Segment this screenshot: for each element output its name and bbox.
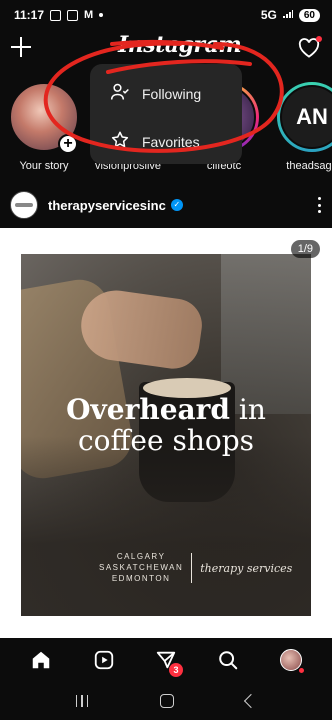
screenshot-notification-icon: [67, 9, 79, 21]
gmail-icon: M: [84, 9, 94, 21]
search-icon: [219, 651, 238, 670]
app-notification-icon: [50, 9, 62, 21]
bottom-nav: 3: [0, 638, 332, 682]
menu-item-favorites[interactable]: Favorites: [110, 130, 200, 153]
more-notifications-icon: [99, 13, 104, 17]
verified-badge-icon: ✓: [170, 199, 183, 211]
network-label: 5G: [260, 8, 277, 22]
headline-bold: Overheard: [66, 393, 230, 426]
nav-profile[interactable]: [278, 647, 304, 673]
notifications-heart-icon[interactable]: [298, 36, 322, 58]
post-header: therapyservicesinc ✓: [0, 184, 332, 226]
home-button-icon[interactable]: [160, 694, 175, 708]
status-time: 11:17: [14, 8, 45, 22]
add-story-icon[interactable]: +: [58, 134, 78, 154]
profile-avatar: [279, 649, 302, 671]
notification-dot: [316, 36, 322, 42]
favorites-label: Favorites: [142, 133, 200, 150]
recents-icon[interactable]: [75, 695, 89, 707]
post-author-avatar[interactable]: [10, 191, 38, 219]
story-name: theadsage: [286, 160, 332, 172]
post-headline: Overheard in coffee shops: [21, 394, 311, 457]
menu-item-following[interactable]: Following: [110, 82, 201, 105]
post-image: Overheard in coffee shops CALGARY SASKAT…: [21, 254, 311, 616]
back-icon[interactable]: [243, 693, 259, 709]
headline-line2: coffee shops: [77, 424, 255, 458]
brand-mark: CALGARY SASKATCHEWAN EDMONTON therapy se…: [99, 552, 292, 584]
city-list: CALGARY SASKATCHEWAN EDMONTON: [99, 552, 183, 584]
reels-icon: [94, 650, 113, 670]
following-icon: [110, 82, 130, 105]
star-icon: [110, 130, 130, 153]
messages-badge: 3: [168, 663, 183, 677]
story-name: Your story: [19, 160, 69, 172]
battery-indicator: 60: [298, 8, 320, 22]
profile-notification-dot: [298, 668, 304, 673]
city-item: EDMONTON: [111, 573, 171, 583]
brand-divider: [191, 553, 193, 584]
avatar: AN: [280, 85, 332, 149]
more-options-icon[interactable]: [318, 197, 322, 213]
story-item[interactable]: AN theadsage: [276, 82, 332, 172]
post-media[interactable]: Overheard in coffee shops CALGARY SASKAT…: [0, 228, 332, 638]
headline-rest: in: [229, 393, 266, 426]
system-nav-bar: [0, 682, 332, 720]
city-item: CALGARY: [116, 552, 166, 561]
city-item: SASKATCHEWAN: [99, 562, 184, 572]
nav-search[interactable]: [215, 647, 241, 673]
nav-messages[interactable]: 3: [153, 647, 183, 677]
post-username[interactable]: therapyservicesinc: [48, 198, 166, 213]
following-label: Following: [142, 85, 202, 102]
nav-home[interactable]: [28, 647, 54, 673]
status-bar: 11:17 M 5G 60: [0, 0, 332, 30]
home-icon: [32, 651, 50, 669]
carousel-counter: 1/9: [290, 240, 320, 258]
brand-script: therapy services: [200, 561, 293, 575]
nav-reels[interactable]: [91, 647, 117, 673]
feed-dropdown-menu: Following Favorites: [90, 64, 242, 164]
story-your-story[interactable]: + Your story: [8, 82, 80, 172]
signal-icon: [282, 8, 294, 22]
create-plus-icon[interactable]: [10, 36, 32, 58]
instagram-logo[interactable]: Instagram: [118, 32, 242, 58]
